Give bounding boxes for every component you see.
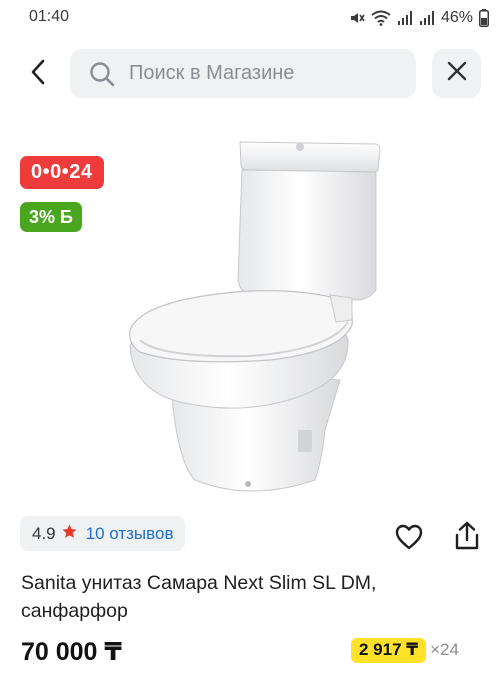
back-button[interactable] xyxy=(20,56,56,92)
battery-icon xyxy=(479,9,489,27)
close-icon xyxy=(447,61,467,86)
wifi-icon xyxy=(371,10,391,26)
share-button[interactable] xyxy=(450,520,484,556)
installment-badge: 0•0•24 xyxy=(20,156,104,189)
bonus-badge: 3% Б xyxy=(20,202,82,232)
product-price: 70 000 ₸ xyxy=(21,638,122,666)
favorite-button[interactable] xyxy=(392,522,426,556)
heart-icon xyxy=(395,524,423,555)
status-time: 01:40 xyxy=(29,8,70,25)
mute-icon xyxy=(349,10,365,26)
rating-value: 4.9 xyxy=(32,523,56,543)
star-icon xyxy=(61,523,78,545)
battery-percent: 46% xyxy=(440,9,473,26)
status-icons: 46% xyxy=(349,7,489,29)
search-input[interactable]: Поиск в Магазине xyxy=(70,49,416,98)
close-button[interactable] xyxy=(432,49,481,98)
reviews-link[interactable]: 10 отзывов xyxy=(86,524,174,544)
rating-reviews-chip[interactable]: 4.9 10 отзывов xyxy=(20,516,186,551)
signal-icon xyxy=(419,10,435,26)
monthly-payment-badge: 2 917 ₸ xyxy=(351,637,427,663)
status-bar: 01:40 46% xyxy=(0,0,503,38)
share-icon xyxy=(454,521,480,556)
header: Поиск в Магазине xyxy=(0,44,503,104)
search-icon xyxy=(88,60,116,88)
signal-icon xyxy=(397,10,413,26)
installment-months: ×24 xyxy=(430,640,459,659)
installment-info[interactable]: 2 917 ₸ ×24 xyxy=(351,637,459,663)
product-image[interactable] xyxy=(100,130,400,510)
product-title: Sanita унитаз Самара Next Slim SL DM, са… xyxy=(21,572,377,622)
chevron-left-icon xyxy=(30,59,46,90)
search-placeholder: Поиск в Магазине xyxy=(129,62,295,84)
